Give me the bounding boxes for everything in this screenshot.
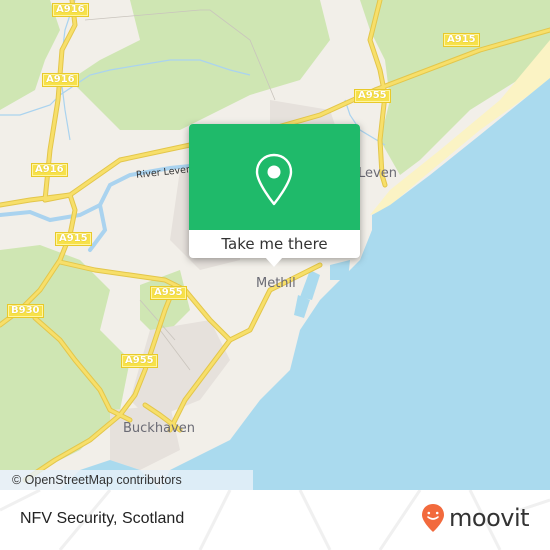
road-label-a915: A915 <box>55 232 92 246</box>
road-label-a955: A955 <box>354 89 391 103</box>
road-label-a916: A916 <box>31 163 68 177</box>
road-a915-west <box>0 193 72 207</box>
moovit-logo[interactable]: moovit <box>420 502 530 534</box>
moovit-wordmark: moovit <box>449 504 530 532</box>
popup-header <box>189 124 360 230</box>
road-label-a955: A955 <box>121 354 158 368</box>
take-me-there-button[interactable]: Take me there <box>189 230 360 258</box>
place-label-methil: Methil <box>256 276 296 291</box>
road-label-a915: A915 <box>443 33 480 47</box>
road-label-a916: A916 <box>42 73 79 87</box>
osm-attribution[interactable]: © OpenStreetMap contributors <box>0 470 253 490</box>
river-leven-branch <box>88 203 108 252</box>
road-label-a955: A955 <box>150 286 187 300</box>
place-label-buckhaven: Buckhaven <box>123 421 195 436</box>
map[interactable]: A916 A916 A916 A915 A955 A915 A955 B930 … <box>0 0 550 490</box>
place-label-leven: Leven <box>358 166 397 181</box>
woodland <box>0 0 60 110</box>
popup-pointer <box>265 257 283 267</box>
place-title: NFV Security, Scotland <box>20 510 185 527</box>
road-label-b930: B930 <box>7 304 44 318</box>
moovit-pin-icon <box>422 504 444 532</box>
dock <box>330 260 350 280</box>
road-label-a916: A916 <box>52 3 89 17</box>
location-pin-icon <box>255 153 293 206</box>
location-popup[interactable]: Take me there <box>189 124 360 267</box>
footer-bar: NFV Security, Scotland moovit <box>0 490 550 550</box>
